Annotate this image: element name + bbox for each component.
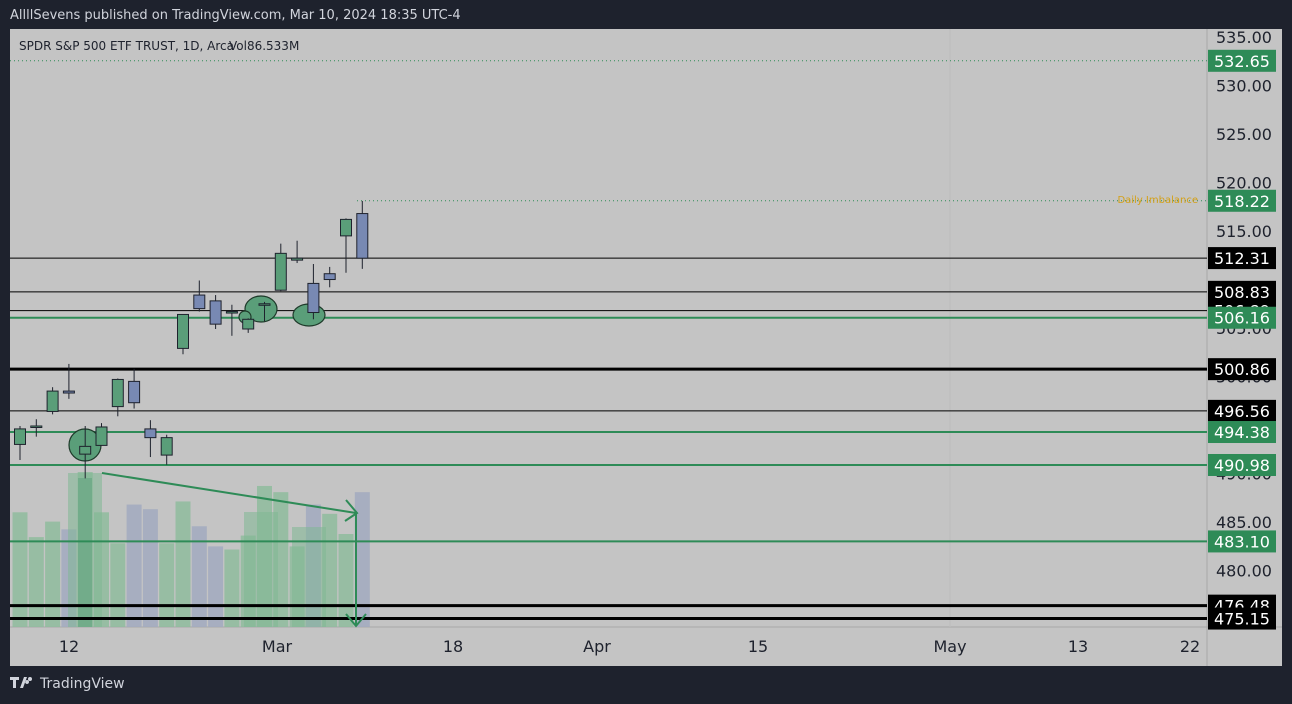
candle-body[interactable] [356, 213, 369, 259]
time-tick-label: 22 [1180, 637, 1200, 656]
price-level-label: 483.10 [1214, 532, 1270, 551]
candle-body[interactable] [225, 311, 238, 314]
volume-bar [208, 546, 224, 627]
candle-body[interactable] [340, 218, 352, 237]
daily-imbalance-label: Daily Imbalance [1117, 195, 1198, 206]
price-tick-label: 535.00 [1216, 28, 1272, 47]
candle-body[interactable] [144, 428, 157, 439]
price-level-label: 500.86 [1214, 360, 1270, 379]
time-tick-label: 12 [59, 637, 79, 656]
candle-body[interactable] [291, 257, 304, 261]
candle-body[interactable] [30, 425, 43, 428]
candle-body[interactable] [111, 378, 124, 408]
candle-body[interactable] [274, 252, 287, 291]
footer-brand: TradingView [10, 676, 125, 692]
candle-body[interactable] [14, 428, 26, 445]
time-tick-label: Apr [583, 637, 611, 656]
price-level-label: 494.38 [1214, 423, 1270, 442]
volume-bar [338, 534, 354, 627]
volume-highlight-2 [244, 512, 278, 627]
price-tick-label: 515.00 [1216, 222, 1272, 241]
price-level-label: 475.15 [1214, 610, 1270, 629]
price-level-label: 532.65 [1214, 52, 1270, 71]
price-level-label: 496.56 [1214, 402, 1270, 421]
candle-body[interactable] [242, 318, 255, 330]
time-tick-label: 18 [443, 637, 463, 656]
volume-bar [142, 509, 158, 627]
chart-legend-symbol: SPDR S&P 500 ETF TRUST, 1D, Arca [19, 39, 234, 53]
volume-bar [175, 501, 191, 627]
candle-body[interactable] [46, 390, 59, 412]
price-tick-label: 525.00 [1216, 125, 1272, 144]
price-chart[interactable]: 535.00530.00525.00520.00515.00505.00500.… [0, 0, 1292, 704]
price-level-label: 518.22 [1214, 192, 1270, 211]
price-level-label: 512.31 [1214, 249, 1270, 268]
price-tick-label: 480.00 [1216, 562, 1272, 581]
candle-body[interactable] [160, 437, 173, 456]
time-tick-label: 13 [1068, 637, 1088, 656]
price-level-label: 490.98 [1214, 456, 1270, 475]
price-level-label: 506.16 [1214, 309, 1270, 328]
candle-body[interactable] [95, 426, 108, 446]
time-tick-label: 15 [748, 637, 768, 656]
candle-body[interactable] [193, 294, 206, 310]
candle-body[interactable] [177, 313, 189, 349]
tradingview-logo-icon [10, 677, 32, 688]
price-tick-label: 485.00 [1216, 513, 1272, 532]
volume-bar [159, 543, 175, 627]
candle-body[interactable] [62, 390, 75, 394]
volume-bar [126, 504, 142, 627]
volume-bar [12, 512, 28, 627]
price-tick-label: 520.00 [1216, 174, 1272, 193]
candle-body[interactable] [128, 380, 141, 404]
price-tick-label: 530.00 [1216, 77, 1272, 96]
time-tick-label: Mar [262, 637, 293, 656]
volume-bar [224, 549, 240, 627]
footer-brand-label: TradingView [40, 676, 125, 692]
candle-body[interactable] [307, 282, 320, 314]
candle-body[interactable] [79, 445, 92, 455]
candle-body[interactable] [323, 273, 336, 281]
time-tick-label: May [933, 637, 966, 656]
volume-bar [110, 543, 126, 627]
volume-bar [45, 521, 61, 627]
candle-body[interactable] [258, 303, 271, 306]
price-level-label: 508.83 [1214, 283, 1270, 302]
candle-body[interactable] [209, 300, 222, 325]
volume-bar [28, 537, 44, 627]
chart-legend-volume: Vol86.533M [229, 39, 299, 53]
